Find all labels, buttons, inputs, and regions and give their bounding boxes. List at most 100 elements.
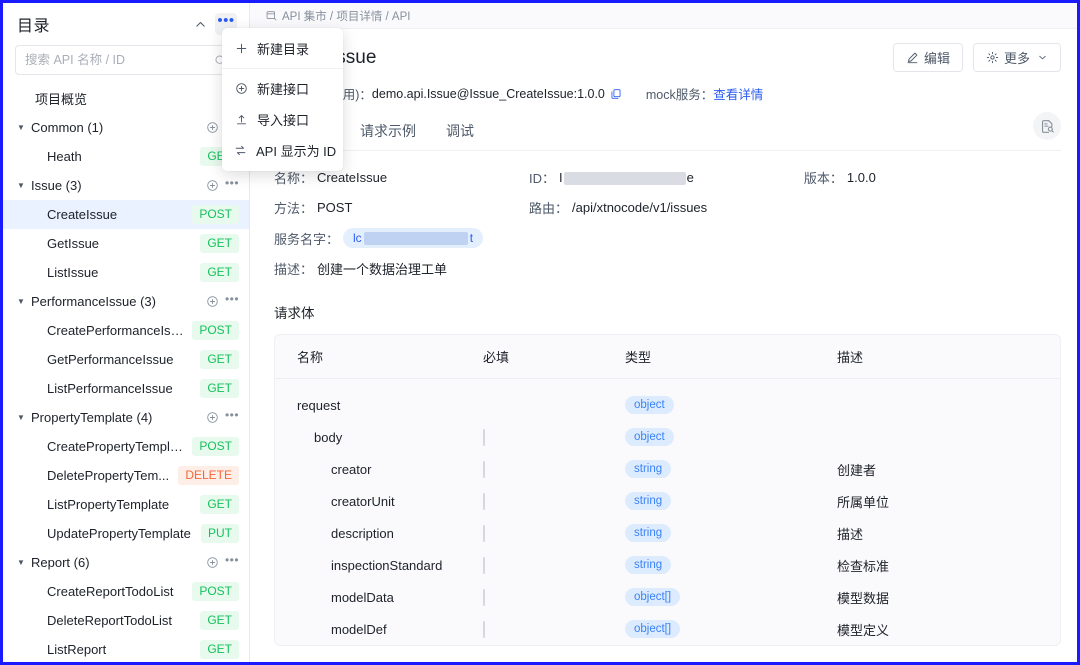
field-type: object[] — [625, 620, 837, 638]
menu-item-label: 导入接口 — [257, 113, 310, 128]
menu-item-import-api[interactable]: 导入接口 — [222, 104, 343, 135]
table-row: request object — [275, 389, 1060, 421]
tree-item-label: ListPerformanceIssue — [47, 381, 173, 396]
info-method: 方法： POST — [274, 198, 529, 217]
chevron-up-icon[interactable] — [189, 13, 211, 35]
required-checkbox[interactable] — [483, 588, 485, 606]
plus-circle-icon[interactable] — [205, 179, 219, 193]
tree-group-propertytemplate[interactable]: ▼ PropertyTemplate (4) ••• — [3, 403, 249, 432]
tree-group-label: Common (1) — [31, 120, 104, 135]
tree-group-issue[interactable]: ▼ Issue (3) ••• — [3, 171, 249, 200]
field-required — [483, 620, 625, 638]
tree-item-createreporttodolist[interactable]: CreateReportTodoList POST — [3, 577, 249, 606]
plus-circle-icon[interactable] — [205, 295, 219, 309]
field-required — [483, 524, 625, 542]
menu-item-show-api-as-id[interactable]: API 显示为 ID — [222, 135, 343, 166]
field-desc: 检查标准 — [837, 558, 890, 574]
caret-down-icon[interactable]: ▼ — [17, 181, 31, 190]
ellipsis-icon[interactable]: ••• — [225, 554, 239, 570]
caret-down-icon[interactable]: ▼ — [17, 123, 31, 132]
breadcrumb-text[interactable]: API 集市 / 项目详情 / API — [282, 8, 410, 24]
tree-group-report[interactable]: ▼ Report (6) ••• — [3, 548, 249, 577]
menu-item-new-folder[interactable]: 新建目录 — [222, 33, 343, 64]
tree-group-actions: ••• — [205, 293, 239, 309]
document-search-icon[interactable] — [1033, 112, 1061, 140]
required-checkbox[interactable] — [483, 620, 485, 638]
plus-circle-icon[interactable] — [205, 411, 219, 425]
tree-item-listreport[interactable]: ListReport GET — [3, 635, 249, 662]
caret-down-icon[interactable]: ▼ — [17, 297, 31, 306]
tree-item-heath[interactable]: Heath GET — [3, 142, 249, 171]
redacted-block — [563, 172, 686, 186]
tree-item-label: DeleteReportTodoList — [47, 613, 173, 628]
required-checkbox[interactable] — [483, 524, 485, 542]
tab-request-example[interactable]: 请求示例 — [360, 121, 416, 150]
tree-item-overview[interactable]: 项目概览 — [3, 84, 249, 113]
pencil-icon — [906, 51, 919, 64]
field-required — [483, 428, 625, 446]
mock-label: mock服务： — [645, 88, 714, 102]
tree-item-label: GetIssue — [47, 236, 100, 251]
ellipsis-icon[interactable]: ••• — [225, 177, 239, 193]
tab-debug[interactable]: 调试 — [446, 121, 474, 150]
info-version-label: 版本： — [803, 171, 843, 186]
menu-item-new-api[interactable]: 新建接口 — [222, 73, 343, 104]
edit-button[interactable]: 编辑 — [892, 43, 963, 72]
method-badge: POST — [192, 437, 239, 456]
tree-item-createperformanceiss[interactable]: CreatePerformanceIss... POST — [3, 316, 249, 345]
type-pill: string — [625, 556, 672, 574]
sidebar: 目录 ••• 项目概览 ▼Common (1)•••HeathGET▼Issue… — [3, 3, 250, 662]
required-checkbox[interactable] — [483, 556, 485, 574]
info-route-value: /api/xtnocode/v1/issues — [572, 200, 708, 215]
required-checkbox[interactable] — [483, 428, 485, 446]
tree-group-performanceissue[interactable]: ▼ PerformanceIssue (3) ••• — [3, 287, 249, 316]
tree-item-updatepropertytemplate[interactable]: UpdatePropertyTemplate PUT — [3, 519, 249, 548]
tree-item-deletereporttodolist[interactable]: DeleteReportTodoList GET — [3, 606, 249, 635]
tree-item-listpropertytemplate[interactable]: ListPropertyTemplate GET — [3, 490, 249, 519]
redacted-block — [363, 231, 468, 245]
tree-item-getissue[interactable]: GetIssue GET — [3, 229, 249, 258]
plus-circle-icon[interactable] — [205, 556, 219, 570]
tree-item-createissue[interactable]: CreateIssue POST — [3, 200, 249, 229]
tree-item-getperformanceissue[interactable]: GetPerformanceIssue GET — [3, 345, 249, 374]
method-badge: GET — [200, 379, 239, 398]
table-row: modelData object[] 模型数据 — [275, 581, 1060, 613]
field-desc: 描述 — [837, 526, 864, 542]
field-type: string — [625, 556, 837, 574]
field-required — [483, 556, 625, 574]
tree-item-label: Heath — [47, 149, 82, 164]
column-header-required: 必填 — [483, 350, 510, 365]
caret-down-icon[interactable]: ▼ — [17, 413, 31, 422]
type-pill: string — [625, 460, 672, 478]
more-button[interactable]: 更多 — [972, 43, 1061, 72]
tree-group-actions: ••• — [205, 177, 239, 193]
mock-detail-link[interactable]: 查看详情 — [713, 84, 763, 103]
tree-item-createpropertytempla[interactable]: CreatePropertyTempla... POST — [3, 432, 249, 461]
copy-icon[interactable] — [610, 88, 622, 100]
breadcrumb: API 集市 / 项目详情 / API — [250, 3, 1077, 29]
caret-down-icon[interactable]: ▼ — [17, 558, 31, 567]
tree-item-listperformanceissue[interactable]: ListPerformanceIssue GET — [3, 374, 249, 403]
tree-item-listissue[interactable]: ListIssue GET — [3, 258, 249, 287]
ellipsis-icon[interactable]: ••• — [225, 293, 239, 309]
sidebar-search-wrap — [3, 45, 249, 75]
tree-item-deletepropertytem[interactable]: DeletePropertyTem... DELETE — [3, 461, 249, 490]
tree-group-common[interactable]: ▼Common (1)••• — [3, 113, 249, 142]
required-checkbox[interactable] — [483, 492, 485, 510]
search-box[interactable] — [15, 45, 237, 75]
search-input[interactable] — [25, 53, 214, 67]
field-desc: 创建者 — [837, 462, 877, 478]
field-required — [483, 492, 625, 510]
field-type: object — [625, 396, 837, 414]
info-method-value: POST — [317, 200, 353, 215]
urn-row: URN(推荐使用)： demo.api.Issue@Issue_CreateIs… — [250, 72, 1077, 103]
table-row: creatorUnit string 所属单位 — [275, 485, 1060, 517]
ellipsis-icon[interactable]: ••• — [225, 409, 239, 425]
service-name-pill[interactable]: lc t — [343, 228, 484, 248]
menu-item-label: 新建目录 — [257, 42, 310, 57]
table-row: creator string 创建者 — [275, 453, 1060, 485]
plus-circle-icon[interactable] — [205, 121, 219, 135]
field-desc: 模型数据 — [837, 590, 890, 606]
required-checkbox[interactable] — [483, 460, 485, 478]
tree-group-actions: ••• — [205, 409, 239, 425]
